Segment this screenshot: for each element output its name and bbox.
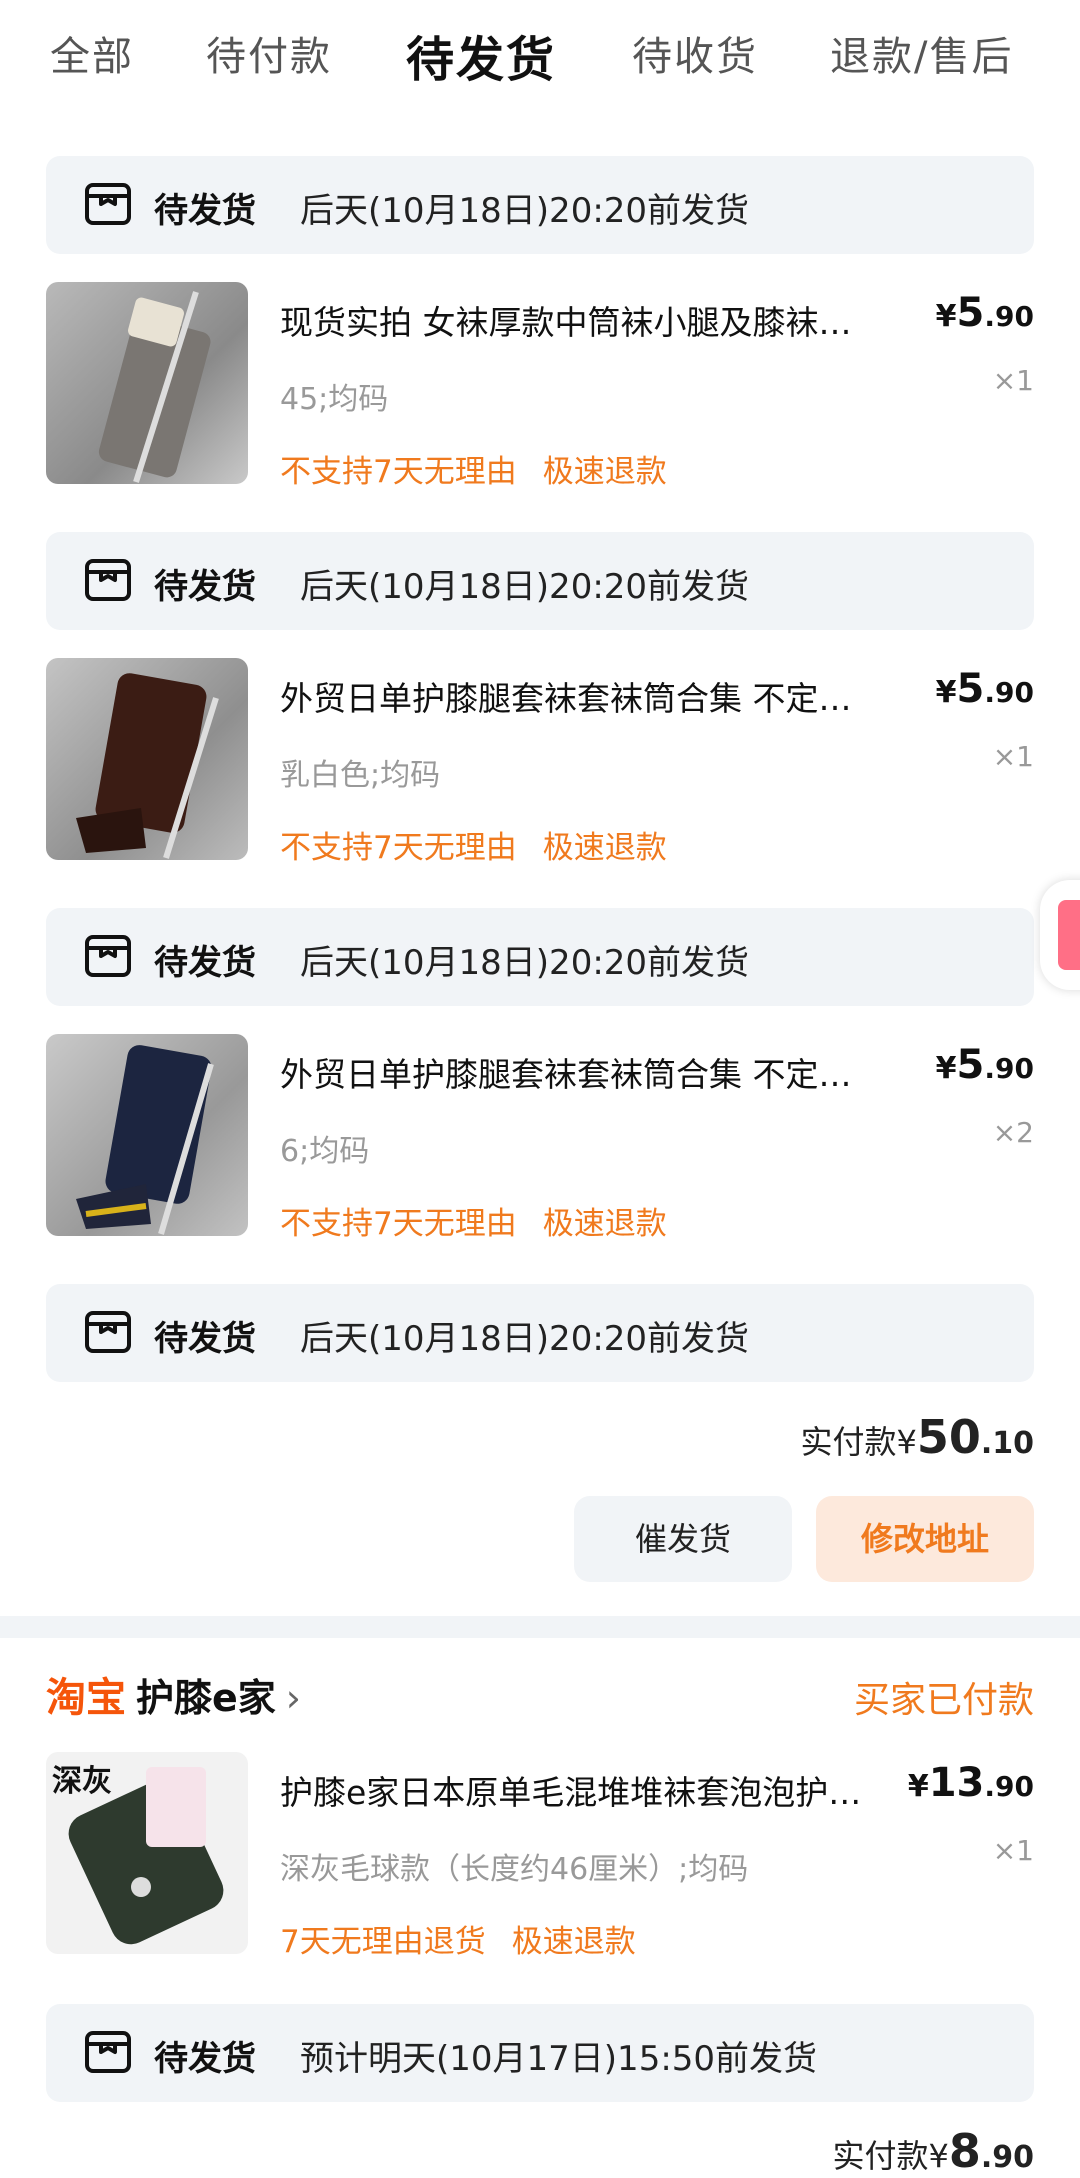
- product-spec: 45;均码: [280, 382, 389, 417]
- currency-symbol: ¥: [935, 1051, 957, 1086]
- order-item[interactable]: 深灰 护膝e家日本原单毛混堆堆袜套泡泡护… 深灰毛球款（长度约46厘米）;均码 …: [46, 1752, 1034, 1960]
- currency-symbol: ¥: [896, 1423, 917, 1461]
- product-title[interactable]: 外贸日单护膝腿套袜套袜筒合集 不定…: [280, 672, 930, 720]
- product-thumbnail[interactable]: [46, 1034, 248, 1236]
- product-thumbnail[interactable]: 深灰: [46, 1752, 248, 1954]
- tab-pending-shipment[interactable]: 待发货: [406, 20, 556, 90]
- total-label: 实付款: [832, 2137, 929, 2175]
- service-tags: 不支持7天无理由 极速退款: [280, 822, 693, 867]
- chevron-right-icon: ›: [285, 1676, 301, 1720]
- service-tag: 7天无理由退货: [280, 1924, 486, 1960]
- status-label: 待发货: [154, 2039, 256, 2079]
- shipping-status-row[interactable]: 待发货 后天(10月18日)20:20前发货: [46, 1284, 1034, 1382]
- service-tags: 7天无理由退货 极速退款: [280, 1916, 662, 1961]
- service-tag: 极速退款: [542, 1206, 667, 1242]
- currency-symbol: ¥: [935, 299, 957, 334]
- price-integer: 5: [956, 290, 985, 336]
- price-decimal: .90: [984, 1052, 1034, 1085]
- ship-deadline: 预计明天(10月17日)15:50前发货: [300, 2039, 818, 2079]
- product-price: ¥5.90: [936, 290, 1034, 336]
- thumbnail-label: 深灰: [52, 1764, 112, 1799]
- service-tag: 不支持7天无理由: [280, 1206, 517, 1242]
- service-tag: 不支持7天无理由: [280, 454, 517, 490]
- currency-symbol: ¥: [935, 675, 957, 710]
- currency-symbol: ¥: [928, 2137, 949, 2175]
- urge-shipment-button[interactable]: 催发货: [574, 1496, 792, 1582]
- service-tags: 不支持7天无理由 极速退款: [280, 1198, 693, 1243]
- service-tag: 极速退款: [542, 454, 667, 490]
- package-box-icon: [85, 1311, 131, 1353]
- product-title[interactable]: 外贸日单护膝腿套袜套袜筒合集 不定…: [280, 1048, 930, 1096]
- product-quantity: ×1: [992, 740, 1034, 773]
- total-decimal: .90: [980, 2140, 1034, 2175]
- shipping-status-row[interactable]: 待发货 后天(10月18日)20:20前发货: [46, 156, 1034, 254]
- tab-all[interactable]: 全部: [50, 24, 134, 82]
- order-total: 实付款¥50.10: [800, 1410, 1034, 1464]
- total-integer: 50: [916, 1410, 981, 1464]
- shop-name[interactable]: 护膝e家: [136, 1676, 276, 1720]
- platform-label: 淘宝: [46, 1675, 126, 1721]
- tab-refund-aftersale[interactable]: 退款/售后: [830, 24, 1013, 82]
- floating-assistant-button[interactable]: [1040, 880, 1080, 990]
- product-quantity: ×1: [992, 1834, 1034, 1867]
- ship-deadline: 后天(10月18日)20:20前发货: [300, 1319, 750, 1359]
- product-thumbnail[interactable]: [46, 282, 248, 484]
- tab-pending-payment[interactable]: 待付款: [206, 24, 332, 82]
- assistant-icon: [1058, 900, 1080, 970]
- shipping-status-row[interactable]: 待发货 后天(10月18日)20:20前发货: [46, 532, 1034, 630]
- order-tabs: 全部 待付款 待发货 待收货 退款/售后: [0, 0, 1080, 110]
- price-integer: 5: [956, 1042, 985, 1088]
- package-box-icon: [85, 559, 131, 601]
- total-label: 实付款: [800, 1423, 897, 1461]
- tab-pending-receipt[interactable]: 待收货: [632, 24, 758, 82]
- status-label: 待发货: [154, 943, 256, 983]
- service-tag: 不支持7天无理由: [280, 830, 517, 866]
- product-quantity: ×1: [992, 364, 1034, 397]
- price-integer: 13: [928, 1760, 985, 1806]
- product-thumbnail[interactable]: [46, 658, 248, 860]
- product-price: ¥5.90: [936, 1042, 1034, 1088]
- status-label: 待发货: [154, 1319, 256, 1359]
- package-box-icon: [85, 2031, 131, 2073]
- currency-symbol: ¥: [907, 1769, 929, 1804]
- package-box-icon: [85, 183, 131, 225]
- modify-address-button[interactable]: 修改地址: [816, 1496, 1034, 1582]
- product-spec: 乳白色;均码: [280, 758, 441, 793]
- shipping-status-row[interactable]: 待发货 预计明天(10月17日)15:50前发货: [46, 2004, 1034, 2102]
- shop-header[interactable]: 淘宝 护膝e家 › 买家已付款: [46, 1665, 1034, 1725]
- product-price: ¥5.90: [936, 666, 1034, 712]
- product-title[interactable]: 现货实拍 女袜厚款中筒袜小腿及膝袜…: [280, 296, 930, 344]
- status-label: 待发货: [154, 191, 256, 231]
- price-decimal: .90: [984, 676, 1034, 709]
- status-label: 待发货: [154, 567, 256, 607]
- product-title[interactable]: 护膝e家日本原单毛混堆堆袜套泡泡护…: [280, 1766, 930, 1814]
- shipping-status-row[interactable]: 待发货 后天(10月18日)20:20前发货: [46, 908, 1034, 1006]
- order-item[interactable]: 外贸日单护膝腿套袜套袜筒合集 不定… 乳白色;均码 不支持7天无理由 极速退款 ¥…: [46, 658, 1034, 866]
- total-decimal: .10: [980, 1426, 1034, 1461]
- product-spec: 深灰毛球款（长度约46厘米）;均码: [280, 1852, 749, 1887]
- ship-deadline: 后天(10月18日)20:20前发货: [300, 943, 750, 983]
- service-tag: 极速退款: [542, 830, 667, 866]
- price-decimal: .90: [984, 300, 1034, 333]
- package-box-icon: [85, 935, 131, 977]
- order-status: 买家已付款: [853, 1680, 1034, 1721]
- order-total: 实付款¥8.90: [832, 2124, 1034, 2178]
- ship-deadline: 后天(10月18日)20:20前发货: [300, 191, 750, 231]
- product-spec: 6;均码: [280, 1134, 370, 1169]
- service-tag: 极速退款: [511, 1924, 636, 1960]
- product-price: ¥13.90: [908, 1760, 1034, 1806]
- price-integer: 5: [956, 666, 985, 712]
- total-integer: 8: [948, 2124, 981, 2178]
- price-decimal: .90: [984, 1770, 1034, 1803]
- order-item[interactable]: 现货实拍 女袜厚款中筒袜小腿及膝袜… 45;均码 不支持7天无理由 极速退款 ¥5…: [46, 282, 1034, 490]
- ship-deadline: 后天(10月18日)20:20前发货: [300, 567, 750, 607]
- order-divider: [0, 1616, 1080, 1638]
- order-item[interactable]: 外贸日单护膝腿套袜套袜筒合集 不定… 6;均码 不支持7天无理由 极速退款 ¥5.…: [46, 1034, 1034, 1242]
- product-quantity: ×2: [992, 1116, 1034, 1149]
- service-tags: 不支持7天无理由 极速退款: [280, 446, 693, 491]
